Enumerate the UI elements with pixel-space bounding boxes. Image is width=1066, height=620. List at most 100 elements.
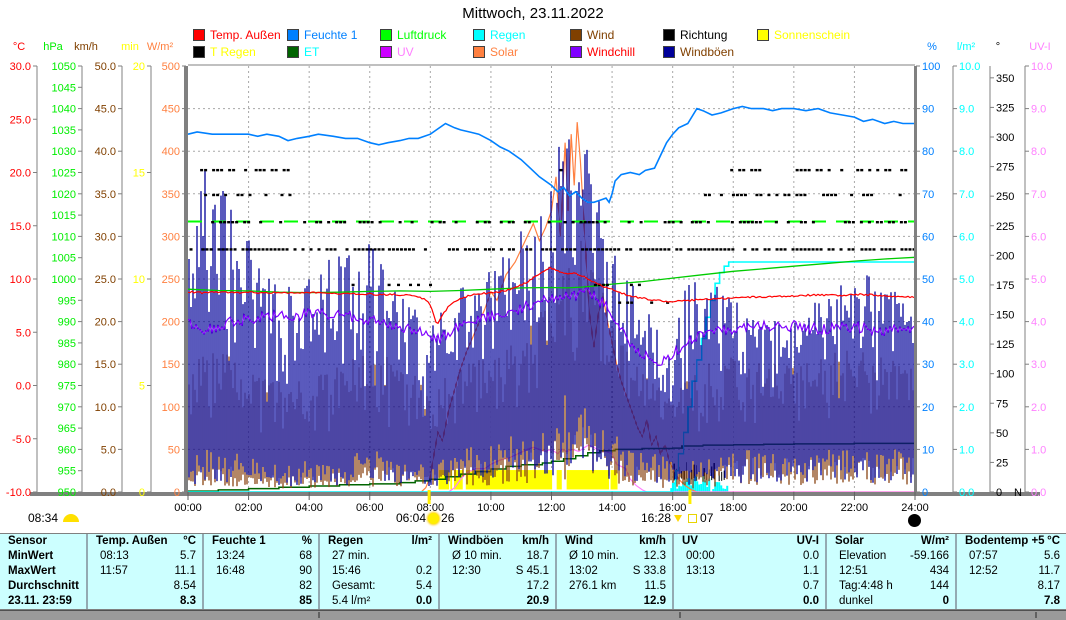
table-column-regen: Regenl/m²27 min.15:460.2Gesamt:5.45.4 l/…: [318, 534, 438, 609]
svg-text:1.0: 1.0: [1031, 444, 1046, 456]
svg-text:20: 20: [922, 402, 934, 414]
sunset-time: 16:28: [641, 511, 671, 525]
axis-hpa: 9509559609659709759809859909951000100510…: [43, 41, 82, 499]
svg-text:4.0: 4.0: [1031, 317, 1046, 329]
axis-unit-min: min: [121, 41, 139, 53]
series-sunshine: [439, 470, 618, 489]
table-column-header: Windkm/h: [557, 534, 672, 549]
svg-text:450: 450: [162, 104, 180, 116]
svg-text:10.0: 10.0: [95, 402, 116, 414]
svg-text:45.0: 45.0: [95, 104, 116, 116]
svg-text:20:00: 20:00: [780, 502, 808, 514]
svg-text:0.0: 0.0: [101, 487, 116, 499]
moonrise-time: 08:34: [28, 511, 58, 525]
svg-text:15.0: 15.0: [10, 221, 31, 233]
table-column-header: Temp. Außen°C: [88, 534, 202, 549]
table-column-header: Windböenkm/h: [440, 534, 555, 549]
svg-text:1050: 1050: [52, 61, 76, 73]
svg-text:0: 0: [996, 487, 1002, 499]
svg-text:6.0: 6.0: [959, 231, 974, 243]
svg-text:N: N: [1014, 487, 1022, 499]
svg-text:0: 0: [174, 487, 180, 499]
sunset-annotation: 16:28 07: [641, 511, 713, 525]
svg-text:-10.0: -10.0: [6, 487, 31, 499]
table-row-label: MinWert: [0, 549, 86, 564]
statistics-table: SensorMinWertMaxWertDurchschnitt23.11. 2…: [0, 533, 1066, 610]
svg-text:10.0: 10.0: [10, 274, 31, 286]
table-row-label: Durchschnitt: [0, 579, 86, 594]
svg-text:950: 950: [58, 487, 76, 499]
half-sun-icon: [63, 514, 79, 522]
table-column-solar: SolarW/m²Elevation-59.16612:51434Tag:4:4…: [825, 534, 955, 609]
svg-text:9.0: 9.0: [1031, 104, 1046, 116]
table-column-wind: Windkm/hØ 10 min.12.313:02S 33.8276.1 km…: [555, 534, 672, 609]
table-row-label: 23.11. 23:59: [0, 594, 86, 609]
svg-text:100: 100: [996, 369, 1014, 381]
splitter-notch: [679, 612, 681, 618]
svg-text:75: 75: [996, 398, 1008, 410]
svg-text:7.0: 7.0: [959, 189, 974, 201]
svg-text:400: 400: [162, 146, 180, 158]
svg-text:4.0: 4.0: [959, 317, 974, 329]
svg-text:300: 300: [996, 132, 1014, 144]
svg-text:70: 70: [922, 189, 934, 201]
axis-wm2: 050100150200250300350400450500W/m²: [147, 41, 186, 499]
svg-text:3.0: 3.0: [1031, 359, 1046, 371]
axis-unit-deg: °: [996, 41, 1000, 53]
svg-text:50: 50: [996, 428, 1008, 440]
svg-text:25.0: 25.0: [10, 114, 31, 126]
moonset-extra: 07: [700, 511, 713, 525]
svg-text:150: 150: [996, 310, 1014, 322]
svg-text:5.0: 5.0: [16, 327, 31, 339]
svg-text:150: 150: [162, 359, 180, 371]
table-cell-row: 0.0: [674, 594, 825, 609]
svg-text:-5.0: -5.0: [12, 434, 31, 446]
table-column-header: UVUV-I: [674, 534, 825, 549]
svg-text:965: 965: [58, 423, 76, 435]
svg-text:8.0: 8.0: [959, 146, 974, 158]
svg-text:18:00: 18:00: [719, 502, 747, 514]
table-cell-row: 8.54: [88, 579, 202, 594]
svg-text:960: 960: [58, 444, 76, 456]
svg-text:5: 5: [139, 381, 145, 393]
table-cell-row: 15:460.2: [320, 564, 438, 579]
svg-text:6.0: 6.0: [1031, 231, 1046, 243]
table-column-sensor: SensorMinWertMaxWertDurchschnitt23.11. 2…: [0, 534, 86, 609]
svg-text:8.0: 8.0: [1031, 146, 1046, 158]
sun-icon: [428, 513, 439, 524]
axis-unit-uvi: UV-I: [1029, 41, 1050, 53]
table-column-bodentemp-5: Bodentemp +5°C07:575.612:5211.78.177.8: [955, 534, 1066, 609]
sunrise-extra: 26: [441, 511, 454, 525]
svg-text:200: 200: [996, 250, 1014, 262]
table-cell-row: Elevation-59.166: [827, 549, 955, 564]
svg-text:50: 50: [168, 444, 180, 456]
svg-text:1010: 1010: [52, 231, 76, 243]
table-column-header: Bodentemp +5°C: [957, 534, 1066, 549]
table-column-header: Regenl/m²: [320, 534, 438, 549]
svg-text:00:00: 00:00: [174, 502, 202, 514]
svg-text:5.0: 5.0: [101, 444, 116, 456]
axis-unit-wm2: W/m²: [147, 41, 174, 53]
axis-lm2: 0.01.02.03.04.05.06.07.08.09.010.0l/m²: [953, 41, 980, 499]
svg-text:3.0: 3.0: [959, 359, 974, 371]
table-cell-row: 12:51434: [827, 564, 955, 579]
window-bottom-strip: [0, 610, 1066, 620]
table-cell-row: 82: [204, 579, 318, 594]
table-cell-row: 12:30S 45.1: [440, 564, 555, 579]
table-cell-row: 13:131.1: [674, 564, 825, 579]
svg-text:2.0: 2.0: [1031, 402, 1046, 414]
axis-unit-hpa: hPa: [43, 41, 63, 53]
table-column-temp-au-en: Temp. Außen°C08:135.711:5711.18.548.3: [86, 534, 202, 609]
svg-text:980: 980: [58, 359, 76, 371]
svg-text:225: 225: [996, 221, 1014, 233]
svg-text:06:00: 06:00: [356, 502, 384, 514]
axis-unit-lm2: l/m²: [957, 41, 976, 53]
svg-text:1.0: 1.0: [959, 444, 974, 456]
svg-text:25.0: 25.0: [95, 274, 116, 286]
svg-text:10:00: 10:00: [477, 502, 505, 514]
sunrise-annotation: 06:04 26: [396, 511, 454, 525]
moonset-square-icon: [688, 514, 697, 523]
svg-text:0.0: 0.0: [1031, 487, 1046, 499]
table-cell-row: Gesamt:5.4: [320, 579, 438, 594]
splitter-notch: [1035, 612, 1037, 618]
